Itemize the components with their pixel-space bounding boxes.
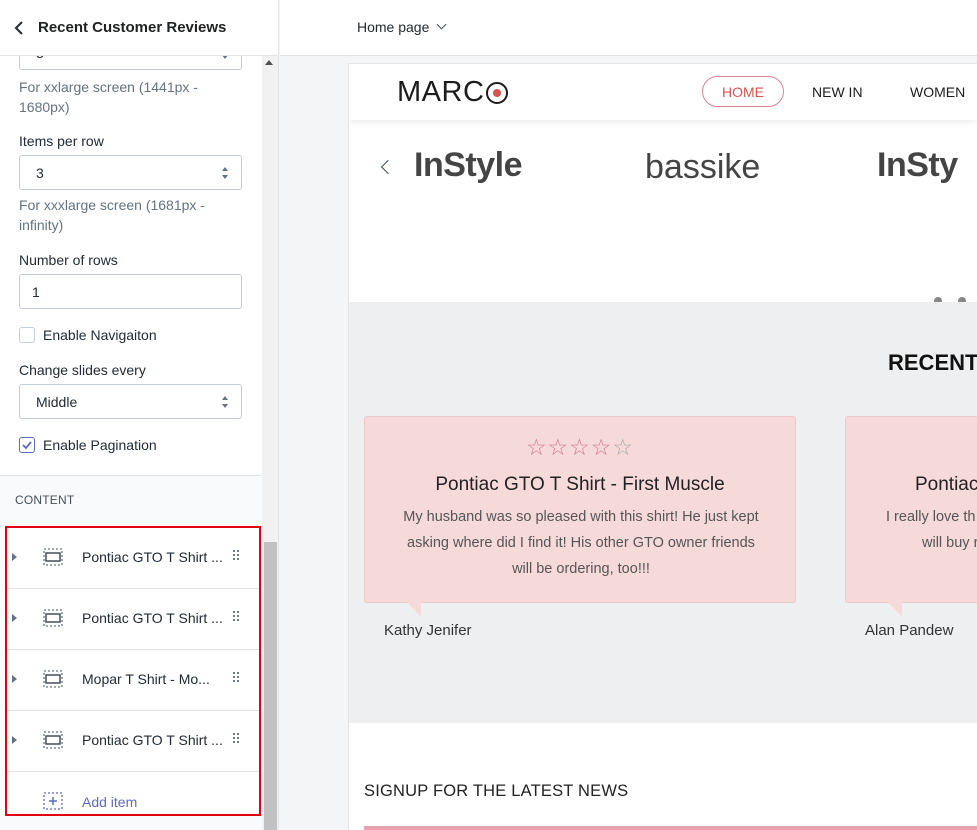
content-heading: CONTENT (15, 493, 75, 507)
checkmark-icon (22, 441, 32, 450)
navigation-label[interactable]: Enable Navigaiton (43, 327, 157, 343)
nav-women[interactable]: WOMEN (910, 84, 965, 100)
section-title: Recent Customer Reviews (38, 19, 227, 36)
brand-logo[interactable]: bassike (645, 148, 760, 187)
editor-topbar: Home page (280, 0, 977, 56)
block-label: Pontiac GTO T Shirt ... (82, 549, 223, 565)
block-item[interactable]: Pontiac GTO T Shirt ... (7, 528, 259, 589)
reviews-section: RECENT ☆☆☆☆☆ Pontiac GTO T Shirt - First… (349, 302, 977, 723)
review-card: ☆☆☆☆☆ Pontiac GTO T Shirt - First Muscle… (364, 416, 796, 617)
sidebar-header: Recent Customer Reviews (0, 0, 278, 56)
chevron-left-icon (14, 20, 23, 35)
page-selector-label: Home page (357, 19, 430, 35)
pagination-label[interactable]: Enable Pagination (43, 437, 157, 453)
theme-editor-sidebar: Recent Customer Reviews 3 For xxlarge sc… (0, 0, 279, 830)
sidebar-settings: 3 For xxlarge screen (1441px - 1680px) I… (0, 56, 262, 830)
items-per-row-select[interactable]: 3 (19, 155, 242, 190)
chevron-down-icon (436, 19, 447, 30)
carousel-prev-icon[interactable] (380, 159, 396, 175)
select-arrows-icon (221, 167, 229, 179)
scroll-thumb[interactable] (264, 542, 277, 830)
store-preview: MARC HOME NEW IN WOMEN InStyle bassike I… (349, 64, 977, 830)
site-header: MARC HOME NEW IN WOMEN (349, 64, 977, 120)
expand-caret-icon[interactable] (12, 614, 17, 622)
brand-logo[interactable]: InSty (877, 146, 958, 185)
expand-caret-icon[interactable] (12, 675, 17, 683)
reviews-title: RECENT (888, 350, 977, 375)
review-body: I really love th will buy r (886, 504, 977, 556)
add-item-label: Add item (82, 794, 138, 810)
scroll-up-arrow-icon[interactable] (265, 60, 273, 65)
help-text-xxxlarge: For xxxlarge screen (1681px - infinity) (19, 197, 205, 233)
block-label: Mopar T Shirt - Mo... (82, 671, 210, 687)
select-value: 3 (36, 164, 44, 181)
block-list: Pontiac GTO T Shirt ... Pontiac GTO T Sh… (5, 526, 261, 816)
expand-caret-icon[interactable] (12, 553, 17, 561)
rows-label: Number of rows (19, 252, 118, 268)
add-item-button[interactable]: Add item (7, 772, 259, 818)
sidebar-scrollbar[interactable] (262, 56, 278, 830)
select-arrows-icon (221, 56, 229, 59)
add-block-icon (43, 792, 63, 810)
reviewer-name: Alan Pandew (865, 622, 954, 639)
review-title: Pontiac (915, 474, 977, 495)
drag-handle-icon[interactable] (233, 733, 239, 745)
slides-select[interactable]: Middle (19, 384, 242, 419)
select-arrows-icon (221, 396, 229, 408)
back-button[interactable] (0, 0, 38, 56)
rows-input-value: 1 (32, 283, 40, 300)
block-item[interactable]: Pontiac GTO T Shirt ... (7, 589, 259, 650)
review-body-line: I really love th (886, 509, 976, 525)
block-label: Pontiac GTO T Shirt ... (82, 610, 223, 626)
filled-stars-icon: ☆☆☆☆ (525, 434, 613, 460)
drag-handle-icon[interactable] (233, 611, 239, 623)
store-logo[interactable]: MARC (397, 76, 509, 109)
block-item[interactable]: Mopar T Shirt - Mo... (7, 650, 259, 711)
drag-handle-icon[interactable] (233, 672, 239, 684)
nav-home[interactable]: HOME (702, 76, 784, 107)
empty-star-icon: ☆ (612, 434, 635, 460)
rows-input[interactable]: 1 (19, 274, 242, 309)
items-per-row-label: Items per row (19, 133, 104, 149)
signup-heading: SIGNUP FOR THE LATEST NEWS (364, 782, 629, 800)
review-card: Pontiac I really love th will buy r (845, 416, 977, 617)
rating-stars-icon: ☆☆☆☆☆ (365, 434, 795, 461)
logo-o-icon (486, 81, 509, 104)
logo-text: MARC (397, 76, 485, 108)
signup-form-bar (364, 826, 977, 830)
block-icon (43, 731, 63, 749)
slides-label: Change slides every (19, 362, 146, 378)
nav-new-in[interactable]: NEW IN (812, 84, 863, 100)
review-title: Pontiac GTO T Shirt - First Muscle (435, 474, 725, 495)
review-body-line: will buy r (922, 535, 977, 551)
review-body: My husband was so pleased with this shir… (403, 509, 759, 577)
brand-carousel: InStyle bassike InSty (349, 120, 977, 305)
page-selector[interactable]: Home page (357, 19, 447, 35)
select-value: Middle (36, 393, 78, 410)
pagination-checkbox[interactable] (19, 437, 35, 453)
block-icon (43, 609, 63, 627)
speech-tail (407, 602, 421, 617)
brand-logo[interactable]: InStyle (414, 146, 522, 185)
content-section: CONTENT Pontiac GTO T Shirt ... Pontiac … (0, 475, 262, 830)
block-item[interactable]: Pontiac GTO T Shirt ... (7, 711, 259, 772)
block-label: Pontiac GTO T Shirt ... (82, 732, 223, 748)
help-text-xxlarge: For xxlarge screen (1441px - 1680px) (19, 79, 198, 115)
speech-tail (888, 602, 902, 617)
block-icon (43, 670, 63, 688)
select-value: 3 (36, 56, 44, 61)
expand-caret-icon[interactable] (12, 736, 17, 744)
reviewer-name: Kathy Jenifer (384, 622, 472, 639)
items-per-row-xxlarge-select[interactable]: 3 (19, 56, 242, 70)
block-icon (43, 548, 63, 566)
navigation-checkbox[interactable] (19, 327, 35, 343)
drag-handle-icon[interactable] (233, 550, 239, 562)
